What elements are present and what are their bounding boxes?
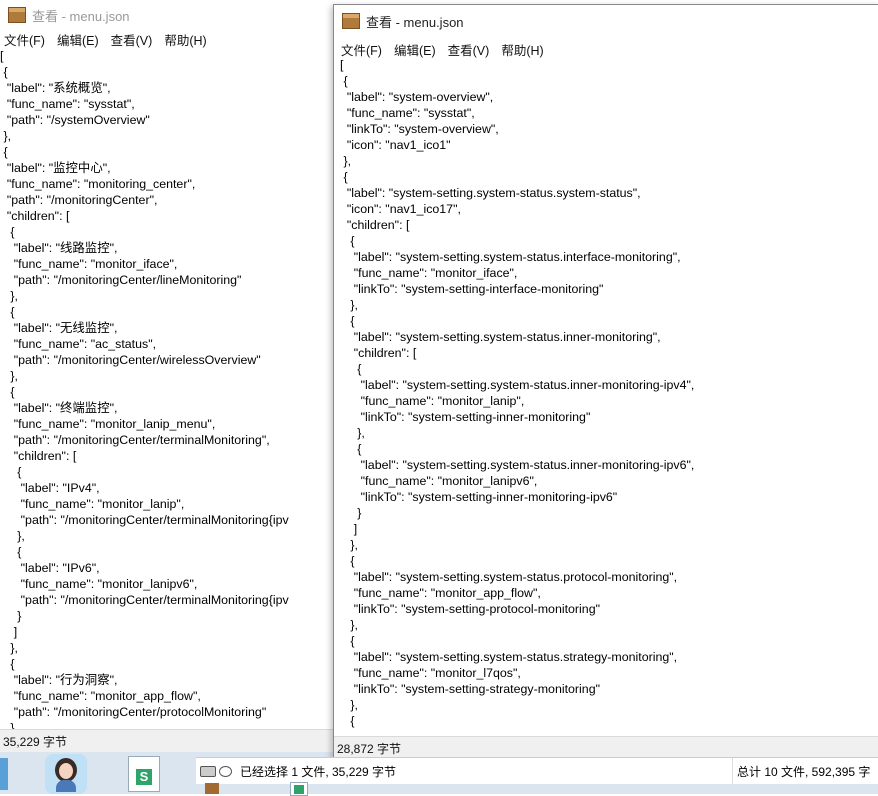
box-app-icon[interactable] [205,783,219,794]
front-byte-count: 28,872 字节 [337,741,402,756]
avatar-app-icon[interactable] [45,754,87,794]
spreadsheet-app-icon[interactable]: S [128,756,160,792]
front-window-title: 查看 - menu.json [366,14,464,30]
menu-edit[interactable]: 编辑(E) [51,30,105,49]
preview-icon [219,765,232,777]
back-byte-count: 35,229 字节 [3,734,68,749]
menu-edit[interactable]: 编辑(E) [388,40,442,59]
menu-help[interactable]: 帮助(H) [158,30,212,49]
notepad-app-icon [8,7,26,23]
front-text-content[interactable]: [ { "label": "system-overview", "func_na… [334,57,878,737]
menu-file[interactable]: 文件(F) [0,30,51,49]
back-status-bar: 35,229 字节 [0,729,340,752]
menu-help[interactable]: 帮助(H) [495,40,549,59]
menu-view[interactable]: 查看(V) [442,40,496,59]
back-text-content[interactable]: [ { "label": "系统概览", "func_name": "sysst… [0,48,340,730]
explorer-total-info: 总计 10 文件, 592,395 字 [737,764,871,779]
front-status-bar: 28,872 字节 [334,736,878,759]
explorer-selection-info: 已经选择 1 文件, 35,229 字节 [240,764,397,779]
menu-view[interactable]: 查看(V) [105,30,159,49]
drive-icon [200,765,216,777]
back-notepad-window[interactable]: 查看 - menu.json 文件(F) 编辑(E) 查看(V) 帮助(H) [… [0,0,340,752]
notepad-app-icon [342,13,360,29]
back-title-bar[interactable]: 查看 - menu.json [0,0,340,30]
menu-file[interactable]: 文件(F) [334,40,388,59]
back-window-title: 查看 - menu.json [32,8,130,24]
front-notepad-window[interactable]: 查看 - menu.json 文件(F) 编辑(E) 查看(V) 帮助(H) [… [333,4,878,760]
front-title-bar[interactable]: 查看 - menu.json [334,5,878,37]
taskbar-edge-icon[interactable] [0,758,8,790]
explorer-status-bar: 已经选择 1 文件, 35,229 字节 总计 10 文件, 592,395 字 [196,757,878,784]
back-menu-bar: 文件(F) 编辑(E) 查看(V) 帮助(H) [0,28,340,50]
